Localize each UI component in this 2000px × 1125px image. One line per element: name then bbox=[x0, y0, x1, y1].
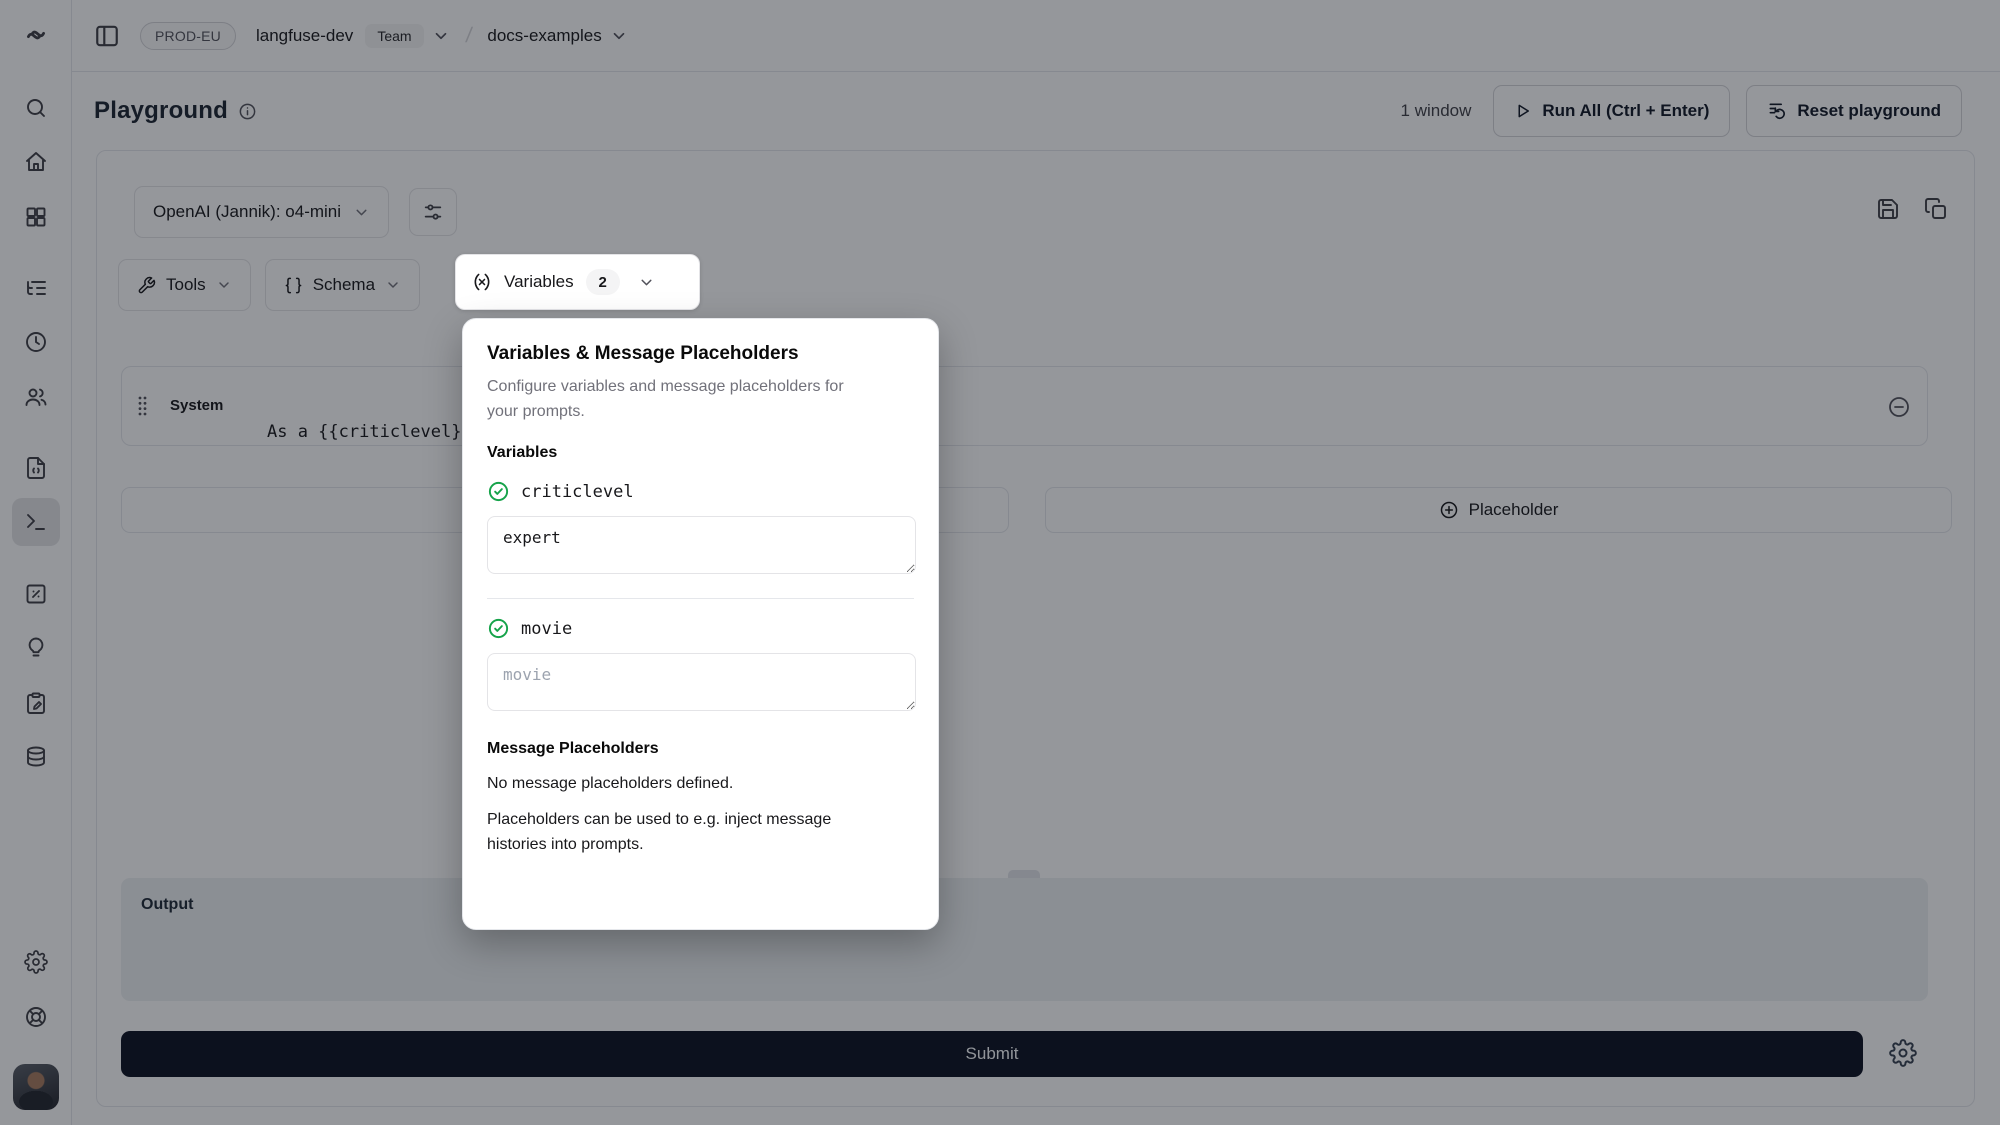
placeholders-hint-text: Placeholders can be used to e.g. inject … bbox=[487, 807, 887, 857]
placeholders-empty-text: No message placeholders defined. bbox=[487, 771, 914, 796]
variable-value-input-movie[interactable] bbox=[487, 653, 916, 711]
placeholders-section-heading: Message Placeholders bbox=[487, 740, 914, 758]
popover-description: Configure variables and message placehol… bbox=[487, 374, 879, 424]
variable-name: movie bbox=[521, 619, 572, 639]
variable-name: criticlevel bbox=[521, 482, 634, 502]
popover-title: Variables & Message Placeholders bbox=[487, 343, 914, 365]
variable-icon bbox=[472, 272, 492, 292]
variable-row: criticlevel bbox=[487, 480, 914, 503]
modal-overlay[interactable] bbox=[0, 0, 2000, 1125]
divider bbox=[487, 598, 914, 599]
chevron-down-icon bbox=[638, 274, 655, 291]
variables-popover: Variables & Message Placeholders Configu… bbox=[462, 318, 939, 930]
check-circle-icon bbox=[487, 617, 510, 640]
variables-section-heading: Variables bbox=[487, 444, 914, 462]
variable-value-input-criticlevel[interactable]: expert bbox=[487, 516, 916, 574]
variables-dropdown[interactable]: Variables 2 bbox=[455, 254, 700, 310]
variables-count-badge: 2 bbox=[586, 269, 620, 295]
variable-row: movie bbox=[487, 617, 914, 640]
langfuse-app: PROD-EU langfuse-dev Team / docs-example… bbox=[0, 0, 2000, 1125]
check-circle-icon bbox=[487, 480, 510, 503]
